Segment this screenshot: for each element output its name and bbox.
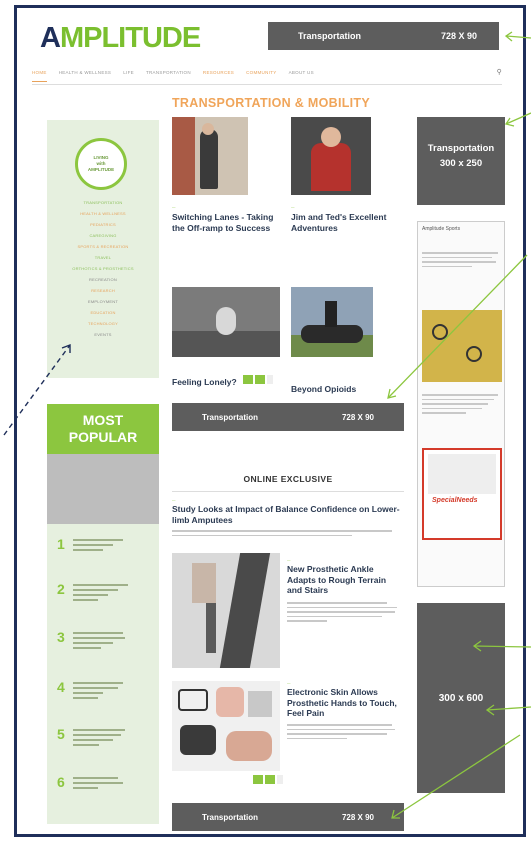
nav-item-community[interactable]: COMMUNITY	[246, 70, 276, 82]
list-item[interactable]: 1	[57, 536, 153, 576]
pager-dot[interactable]	[243, 375, 253, 384]
special-needs-logo: SpecialNeeds	[432, 497, 478, 504]
online-exclusive-heading: ONLINE EXCLUSIVE	[243, 474, 333, 484]
sidebar-item[interactable]: EVENTS	[47, 332, 159, 343]
feed-post-text	[422, 394, 498, 414]
post-date: —	[287, 558, 291, 562]
sidebar-item[interactable]: SPORTS & RECREATION	[47, 244, 159, 255]
nav-item-resources[interactable]: RESOURCES	[203, 70, 234, 82]
sidebar-menu: LIVING with AMPLITUDE TRANSPORTATION HEA…	[47, 120, 159, 378]
article-title[interactable]: New Prosthetic Ankle Adapts to Rough Ter…	[287, 564, 402, 596]
ad-label: Transportation	[202, 812, 259, 822]
sidebar-item[interactable]: ORTHOTICS & PROSTHETICS	[47, 266, 159, 277]
most-popular-list: 1 2 3 4 5 6	[47, 524, 159, 824]
feed-post-flyer[interactable]: SpecialNeeds	[422, 448, 502, 540]
sidebar-item[interactable]: TRANSPORTATION	[47, 200, 159, 211]
sidebar-item[interactable]: TECHNOLOGY	[47, 321, 159, 332]
post-date: —	[172, 205, 176, 209]
pager-dot[interactable]	[253, 775, 263, 784]
post-title[interactable]: Jim and Ted's Excellent Adventures	[291, 212, 401, 233]
social-feed-widget[interactable]: Amplitude Sports SpecialNeeds	[417, 221, 505, 587]
pager-dot[interactable]	[267, 375, 273, 384]
article-thumbnail[interactable]	[172, 681, 280, 771]
sidebar-item[interactable]: EDUCATION	[47, 310, 159, 321]
ad-size: 728 X 90	[341, 412, 374, 422]
ad-banner-bottom[interactable]: Transportation 728 X 90	[172, 803, 404, 831]
ad-size: 728 X 90	[341, 812, 374, 822]
article-excerpt	[287, 602, 397, 622]
list-item[interactable]: 5	[57, 726, 153, 766]
section-divider	[172, 491, 404, 492]
post-title[interactable]: Switching Lanes - Taking the Off-ramp to…	[172, 212, 282, 233]
ad-label: Transportation	[202, 412, 259, 422]
sidebar-item[interactable]: HEALTH & WELLNESS	[47, 211, 159, 222]
list-item[interactable]: 2	[57, 581, 153, 621]
sidebar-item[interactable]: RECREATION	[47, 277, 159, 288]
pager-dot[interactable]	[255, 375, 265, 384]
ad-banner-top[interactable]: Transportation 728 X 90	[268, 22, 499, 50]
nav-item-life[interactable]: LIFE	[123, 70, 134, 82]
feed-post-image[interactable]	[422, 310, 502, 382]
article-excerpt	[287, 724, 395, 739]
post-thumbnail[interactable]	[172, 287, 280, 357]
nav-item-health[interactable]: HEALTH & WELLNESS	[59, 70, 112, 82]
article-title[interactable]: Electronic Skin Allows Prosthetic Hands …	[287, 687, 402, 719]
pager-dot[interactable]	[277, 775, 283, 784]
search-icon[interactable]: ⚲	[497, 68, 502, 76]
article-excerpt	[172, 530, 392, 536]
list-item[interactable]: 6	[57, 774, 153, 814]
nav-item-transportation[interactable]: TRANSPORTATION	[146, 70, 191, 82]
post-pager[interactable]	[243, 375, 273, 384]
post-title[interactable]: Beyond Opioids	[291, 384, 401, 395]
ad-size: 728 X 90	[440, 31, 477, 41]
article-thumbnail[interactable]	[172, 553, 280, 668]
nav-item-about[interactable]: ABOUT US	[289, 70, 314, 82]
ad-size: 300 x 250	[439, 158, 483, 169]
section-title: TRANSPORTATION & MOBILITY	[172, 96, 370, 110]
most-popular-image	[47, 454, 159, 524]
ad-label: Transportation	[427, 143, 495, 154]
living-with-amplitude-logo[interactable]: LIVING with AMPLITUDE	[75, 138, 127, 190]
post-thumbnail[interactable]	[291, 287, 373, 357]
sidebar-item[interactable]: EMPLOYMENT	[47, 299, 159, 310]
sidebar-item[interactable]: PEDIATRICS	[47, 222, 159, 233]
pager-dot[interactable]	[265, 775, 275, 784]
lead-article-title[interactable]: Study Looks at Impact of Balance Confide…	[172, 504, 400, 525]
post-date: —	[287, 681, 291, 685]
ad-banner-middle[interactable]: Transportation 728 X 90	[172, 403, 404, 431]
post-date: —	[172, 498, 176, 502]
main-nav: HOME HEALTH & WELLNESS LIFE TRANSPORTATI…	[32, 68, 502, 82]
sidebar-item[interactable]: TRAVEL	[47, 255, 159, 266]
feed-post-text	[422, 252, 498, 267]
most-popular-header: MOST POPULAR	[47, 404, 159, 454]
sidebar-item[interactable]: RESEARCH	[47, 288, 159, 299]
feed-header: Amplitude Sports	[422, 226, 461, 232]
nav-item-home[interactable]: HOME	[32, 70, 47, 82]
ad-box-300x250[interactable]: Transportation 300 x 250	[417, 117, 505, 205]
amplitude-logo[interactable]: AMPLITUDE	[40, 22, 201, 55]
post-thumbnail[interactable]	[291, 117, 371, 195]
list-item[interactable]: 3	[57, 629, 153, 669]
article-pager[interactable]	[253, 775, 283, 784]
ad-box-300x600[interactable]: 300 x 600	[417, 603, 505, 793]
post-thumbnail[interactable]	[172, 117, 248, 195]
ad-label: Transportation	[298, 31, 362, 41]
sidebar-item[interactable]: CAREGIVING	[47, 233, 159, 244]
list-item[interactable]: 4	[57, 679, 153, 719]
nav-divider	[32, 84, 502, 85]
post-date: —	[291, 205, 295, 209]
